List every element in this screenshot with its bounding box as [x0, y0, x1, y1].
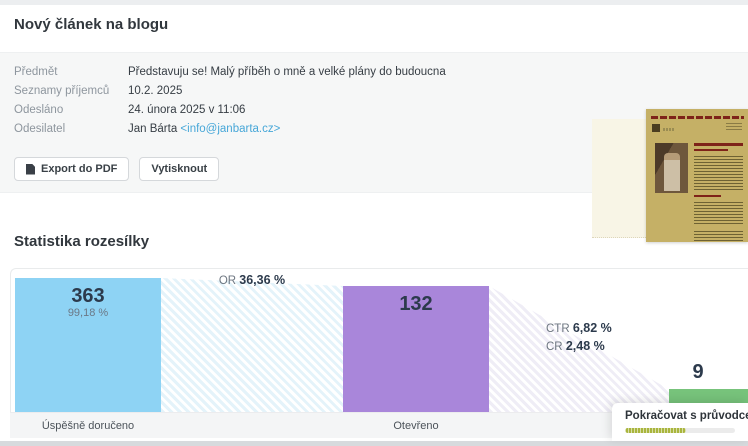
subject-row: PředmětPředstavuju se! Malý příběh o mně… — [14, 65, 446, 80]
ctr-annotation: CTR 6,82 % — [546, 321, 612, 335]
recipient-lists-value: 10.2. 2025 — [128, 85, 182, 97]
bottom-edge-strip — [0, 441, 748, 446]
cr-label: CR — [546, 341, 563, 353]
subject-value: Představuju se! Malý příběh o mně a velk… — [128, 66, 446, 78]
sender-row: OdesilatelJan Bárta <info@janbarta.cz> — [14, 122, 280, 137]
stats-section-title: Statistika rozesílky — [14, 233, 149, 250]
action-buttons: Export do PDF Vytisknout — [14, 157, 219, 181]
cr-annotation: CR 2,48 % — [546, 339, 605, 353]
newsletter-portrait-photo — [655, 143, 688, 193]
sent-date-label: Odesláno — [14, 103, 128, 118]
sent-date-row: Odesláno24. února 2025 v 11:06 — [14, 103, 245, 118]
sender-name: Jan Bárta — [128, 123, 180, 135]
delivered-stage-label: Úspěšně doručeno — [15, 413, 161, 439]
ctr-label: CTR — [546, 323, 570, 335]
open-rate-label: OR — [219, 275, 236, 287]
export-pdf-label: Export do PDF — [41, 163, 117, 175]
export-pdf-button[interactable]: Export do PDF — [14, 157, 129, 181]
recipient-lists-row: Seznamy příjemců10.2. 2025 — [14, 84, 182, 99]
sent-date-value: 24. února 2025 v 11:06 — [128, 104, 245, 116]
clicked-value: 9 — [669, 361, 727, 384]
opened-stage-label: Otevřeno — [343, 413, 489, 439]
print-label: Vytisknout — [151, 163, 207, 175]
campaign-info-panel: PředmětPředstavuju se! Malý příběh o mně… — [0, 52, 748, 193]
funnel-bar-delivered: 363 99,18 % — [15, 278, 161, 412]
guide-progress-bar — [625, 428, 735, 433]
subject-label: Předmět — [14, 65, 128, 80]
continue-with-guide-button[interactable]: Pokračovat s průvodcem — [612, 403, 748, 441]
guide-progress-fill — [625, 428, 686, 433]
continue-with-guide-label: Pokračovat s průvodcem — [625, 410, 748, 422]
newsletter-thumbnail[interactable] — [592, 109, 748, 242]
newsletter-address-placeholder — [726, 123, 742, 130]
page-title: Nový článek na blogu — [14, 16, 168, 33]
top-edge-strip — [0, 0, 748, 5]
newsletter-headline-placeholder — [651, 116, 744, 119]
newsletter-body-text-placeholder — [694, 143, 743, 242]
funnel-transition-open-rate — [161, 278, 343, 412]
sender-email-link[interactable]: <info@janbarta.cz> — [180, 123, 280, 135]
funnel-bar-opened: 132 — [343, 286, 489, 412]
newsletter-thumbnail-background — [592, 119, 646, 238]
open-rate-value: 36,36 % — [239, 273, 285, 287]
pdf-document-icon — [26, 164, 35, 175]
delivered-value: 363 — [15, 278, 161, 307]
open-rate-annotation: OR 36,36 % — [161, 273, 343, 287]
newsletter-logo-text-placeholder — [663, 128, 675, 131]
ctr-value: 6,82 % — [573, 321, 612, 335]
newsletter-logo — [652, 124, 660, 132]
print-button[interactable]: Vytisknout — [139, 157, 219, 181]
newsletter-thumbnail-page — [646, 109, 748, 242]
opened-value: 132 — [343, 286, 489, 315]
recipient-lists-label: Seznamy příjemců — [14, 84, 128, 99]
delivered-percent: 99,18 % — [15, 307, 161, 319]
sender-label: Odesilatel — [14, 122, 128, 137]
cr-value: 2,48 % — [566, 339, 605, 353]
